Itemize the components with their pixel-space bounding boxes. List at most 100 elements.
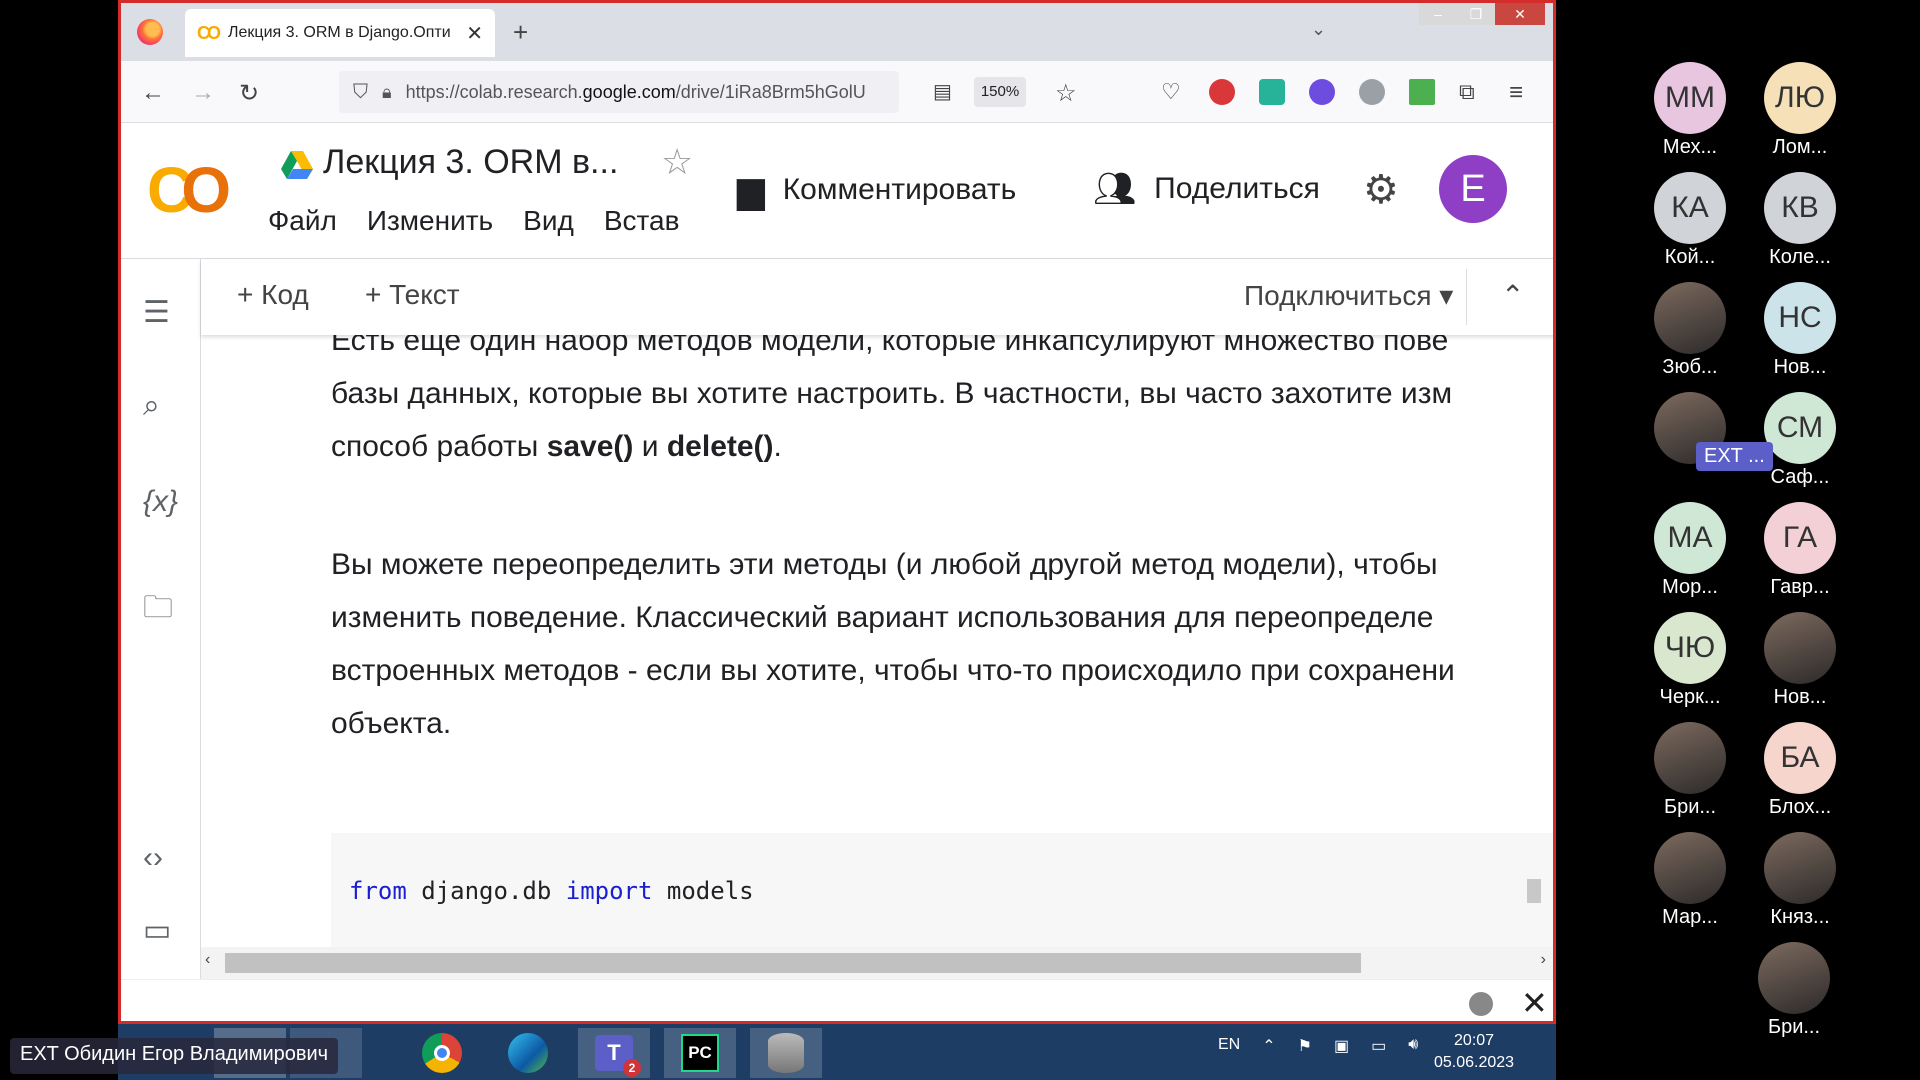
add-code-button[interactable]: + Код: [237, 279, 309, 311]
participant-tile[interactable]: Мар...: [1635, 832, 1745, 929]
participant-tile[interactable]: КВ Коле...: [1745, 172, 1855, 269]
menu-bar: Файл Изменить Вид Встав: [268, 205, 679, 237]
zoom-level[interactable]: 150%: [974, 77, 1026, 107]
pycharm-icon[interactable]: PC: [664, 1028, 736, 1078]
google-drive-icon[interactable]: [281, 151, 313, 179]
comment-button[interactable]: ▆ Комментировать: [737, 169, 1016, 211]
vertical-scrollbar-thumb[interactable]: [1527, 879, 1541, 903]
close-icon[interactable]: ✕: [1521, 984, 1548, 1021]
participant-tile[interactable]: ММ Мех...: [1635, 62, 1745, 159]
network-icon[interactable]: ▭: [1371, 1036, 1386, 1056]
menu-icon[interactable]: ≡: [1509, 79, 1523, 107]
participant-tile[interactable]: МА Мор...: [1635, 502, 1745, 599]
speaker-name-badge: EXT Обидин Егор Владимирович: [10, 1038, 339, 1074]
url-bar[interactable]: ⛉ 🔒︎ https://colab.research.google.com/d…: [339, 71, 899, 113]
participant-initials: КА: [1654, 172, 1726, 244]
bookmark-star-icon[interactable]: ☆: [1055, 79, 1077, 108]
clock[interactable]: 20:07 05.06.2023: [1434, 1030, 1514, 1074]
participant-tile[interactable]: Бри...: [1739, 942, 1849, 1039]
adblock-icon[interactable]: [1209, 79, 1235, 105]
comment-icon: ▆: [737, 169, 765, 210]
variables-icon[interactable]: {x}: [143, 485, 178, 519]
participant-tile[interactable]: ЛЮ Лом...: [1745, 62, 1855, 159]
folder-icon[interactable]: 🗀︎: [143, 585, 173, 636]
notebook-title[interactable]: Лекция 3. ORM в...: [323, 143, 618, 182]
participant-tile[interactable]: КА Кой...: [1635, 172, 1745, 269]
horizontal-scrollbar-thumb[interactable]: [225, 953, 1361, 973]
language-indicator[interactable]: EN: [1218, 1036, 1240, 1056]
participant-photo: [1758, 942, 1830, 1014]
window-close-icon[interactable]: ✕: [1495, 3, 1545, 25]
volume-icon[interactable]: 🔊︎: [1408, 1036, 1418, 1056]
tray-chevron-up-icon[interactable]: ⌃: [1262, 1036, 1275, 1056]
participant-tile[interactable]: ЧЮ Черк...: [1635, 612, 1745, 709]
collapse-chevron-up-icon[interactable]: ⌃: [1501, 279, 1524, 312]
search-icon[interactable]: ⌕: [143, 389, 160, 423]
menu-file[interactable]: Файл: [268, 205, 337, 237]
minimize-icon[interactable]: –: [1419, 3, 1457, 25]
gear-icon[interactable]: ⚙: [1363, 167, 1399, 213]
flag-icon[interactable]: ⚑: [1298, 1036, 1312, 1056]
system-tray: EN ⌃ ⚑ ▣ ▭ 🔊︎: [1218, 1036, 1418, 1056]
connect-button[interactable]: Подключиться ▾: [1244, 279, 1453, 312]
star-icon[interactable]: ☆: [661, 141, 693, 183]
pocket-icon[interactable]: ♡: [1161, 79, 1181, 105]
maximize-icon[interactable]: ❐: [1457, 3, 1495, 25]
share-button[interactable]: 👥︎ Поделиться: [1093, 169, 1320, 209]
terminal-icon[interactable]: ▭: [143, 913, 171, 948]
participant-name: Мех...: [1662, 136, 1718, 158]
participant-tile[interactable]: Зюб...: [1635, 282, 1745, 379]
participant-tile[interactable]: Княз...: [1745, 832, 1855, 929]
reload-icon[interactable]: ↻: [239, 79, 259, 108]
text-cell[interactable]: Есть еще один набор методов модели, кото…: [331, 321, 1553, 750]
participant-tile[interactable]: Бри...: [1635, 722, 1745, 819]
scroll-right-icon[interactable]: ›: [1541, 951, 1546, 969]
new-tab-icon[interactable]: +: [513, 17, 528, 48]
edge-icon[interactable]: [492, 1028, 564, 1078]
menu-edit[interactable]: Изменить: [367, 205, 493, 237]
browser-tab[interactable]: CO Лекция 3. ORM в Django.Опти ✕: [185, 9, 495, 57]
horizontal-scrollbar[interactable]: ‹ ›: [201, 947, 1553, 979]
download-extension-icon[interactable]: [1409, 79, 1435, 105]
extensions-puzzle-icon[interactable]: ⧉: [1459, 79, 1475, 105]
dropdown-arrow-icon[interactable]: ▾: [1439, 280, 1453, 311]
chrome-icon[interactable]: [406, 1028, 478, 1078]
notebook-content[interactable]: Есть еще один набор методов модели, кото…: [201, 321, 1553, 971]
participant-tile[interactable]: БА Блох...: [1745, 722, 1855, 819]
participant-tile[interactable]: СМ Саф...: [1745, 392, 1855, 489]
participant-initials: ГА: [1764, 502, 1836, 574]
participant-tile[interactable]: ГА Гавр...: [1745, 502, 1855, 599]
menu-view[interactable]: Вид: [523, 205, 574, 237]
teams-icon[interactable]: T2: [578, 1028, 650, 1078]
firefox-icon[interactable]: [137, 19, 163, 45]
tab-list-chevron-icon[interactable]: ⌄: [1311, 19, 1326, 40]
extension-green-icon[interactable]: [1259, 79, 1285, 105]
database-icon[interactable]: [750, 1028, 822, 1078]
nav-bar: ← → ↻ ⛉ 🔒︎ https://colab.research.google…: [121, 61, 1553, 123]
participant-tile[interactable]: Нов...: [1745, 612, 1855, 709]
code-snippets-icon[interactable]: ‹›: [143, 841, 163, 875]
participants-panel: ММ Мех... ЛЮ Лом... КА Кой... КВ Коле... Зюб... Н…: [1560, 0, 1920, 1080]
colab-logo[interactable]: CO: [147, 153, 231, 227]
colab-favicon-icon: CO: [197, 22, 221, 43]
menu-insert[interactable]: Встав: [604, 205, 680, 237]
scroll-left-icon[interactable]: ‹: [205, 951, 210, 969]
extension-purple-icon[interactable]: [1309, 79, 1335, 105]
usb-icon[interactable]: ▣: [1334, 1036, 1349, 1056]
bottom-bar: ✕: [121, 979, 1553, 1021]
toc-list-icon[interactable]: ☰: [143, 295, 170, 330]
add-text-button[interactable]: + Текст: [365, 279, 460, 311]
status-dot-icon[interactable]: [1469, 992, 1493, 1016]
back-icon[interactable]: ←: [141, 79, 165, 107]
reader-view-icon[interactable]: ▤: [933, 79, 952, 104]
lock-icon[interactable]: 🔒︎: [382, 82, 392, 103]
shield-icon[interactable]: ⛉: [353, 81, 368, 104]
forward-icon[interactable]: →: [191, 79, 215, 107]
participant-initials: СМ: [1764, 392, 1836, 464]
close-tab-icon[interactable]: ✕: [466, 21, 483, 46]
participant-name: Нов...: [1773, 686, 1827, 708]
avatar[interactable]: E: [1439, 155, 1507, 223]
participant-name: Бри...: [1767, 1016, 1821, 1038]
globe-icon[interactable]: [1359, 79, 1385, 105]
participant-tile[interactable]: НС Нов...: [1745, 282, 1855, 379]
